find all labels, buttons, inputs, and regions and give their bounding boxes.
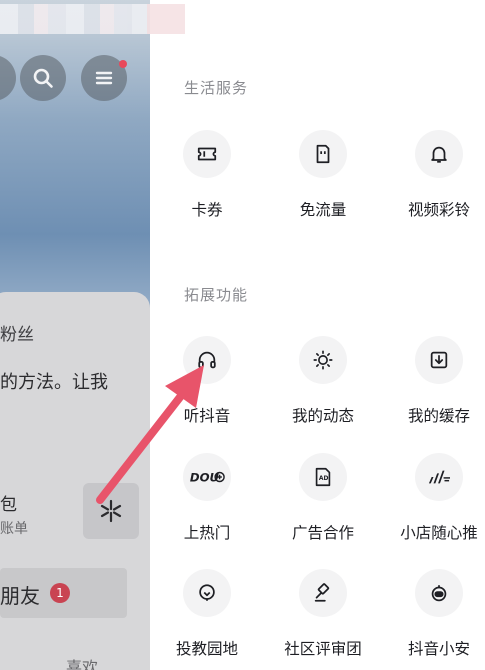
sparkle-icon [100, 499, 122, 523]
menu-item-label: 视频彩铃 [407, 201, 470, 219]
dou-plus-icon: DOU [190, 471, 225, 485]
menu-item-review-panel[interactable]: 社区评审团 [268, 569, 378, 659]
menu-item-video-ringtone[interactable]: 视频彩铃 [384, 130, 485, 220]
menu-item-label: 小店随心推 [400, 524, 478, 542]
download-box-icon [430, 351, 448, 369]
wallet-sub: 账单 [0, 521, 28, 537]
location-pin-icon [199, 584, 215, 601]
headphones-icon [198, 351, 216, 369]
status-bar-blur [0, 4, 185, 34]
menu-item-shop-promote[interactable]: 小店随心推 [384, 453, 485, 543]
menu-item-free-data[interactable]: 免流量 [268, 130, 378, 220]
left-button-partial[interactable] [0, 55, 16, 101]
menu-item-boost-popular[interactable]: DOU 上热门 [152, 453, 262, 543]
menu-item-label: 抖音小安 [407, 640, 470, 658]
likes-tab[interactable]: 喜欢 [66, 654, 98, 670]
spark-button[interactable] [83, 483, 139, 539]
profile-page-background: 粉丝 的方法。让我 包 账单 朋友 1 喜欢 [0, 0, 150, 670]
gavel-icon [314, 583, 330, 602]
menu-item-label: 听抖音 [183, 407, 231, 425]
menu-item-coupons[interactable]: 卡券 [152, 130, 262, 220]
side-menu-panel: 生活服务 卡券 免流量 视频彩铃 拓展功能 听抖音 我的动态 我的缓存 DOU … [150, 0, 485, 670]
wallet-label[interactable]: 包 [0, 490, 17, 515]
sim-card-icon [316, 144, 330, 164]
speed-chart-icon [428, 470, 450, 484]
menu-item-my-activity[interactable]: 我的动态 [268, 336, 378, 426]
svg-text:AD: AD [319, 475, 329, 482]
menu-icon [95, 71, 113, 85]
menu-item-label: 卡券 [191, 201, 223, 219]
section-title-extensions: 拓展功能 [184, 286, 249, 304]
ad-icon: AD [315, 467, 331, 487]
fans-label: 粉丝 [0, 325, 34, 345]
friends-badge: 1 [50, 583, 70, 603]
menu-item-ad-cooperation[interactable]: AD 广告合作 [268, 453, 378, 543]
bell-icon [431, 146, 447, 163]
menu-item-label: 我的缓存 [407, 407, 470, 425]
search-button[interactable] [20, 55, 66, 101]
menu-item-listen-douyin[interactable]: 听抖音 [152, 336, 262, 426]
menu-item-label: 我的动态 [291, 407, 354, 425]
menu-item-label: 投教园地 [175, 640, 238, 658]
menu-item-label: 上热门 [183, 524, 231, 542]
sun-icon [313, 350, 333, 370]
robot-icon [431, 585, 447, 602]
menu-item-investor-education[interactable]: 投教园地 [152, 569, 262, 659]
search-icon [33, 68, 53, 88]
friends-label[interactable]: 朋友 [0, 580, 40, 609]
menu-item-label: 免流量 [299, 201, 347, 219]
menu-item-label: 社区评审团 [284, 640, 362, 658]
menu-item-my-cache[interactable]: 我的缓存 [384, 336, 485, 426]
notification-dot [119, 60, 127, 68]
section-title-life-services: 生活服务 [184, 79, 249, 97]
bio-snippet: 的方法。让我 [0, 372, 108, 393]
menu-item-douyin-xiaoan[interactable]: 抖音小安 [384, 569, 485, 659]
menu-item-label: 广告合作 [291, 524, 354, 542]
ticket-icon [197, 147, 217, 161]
